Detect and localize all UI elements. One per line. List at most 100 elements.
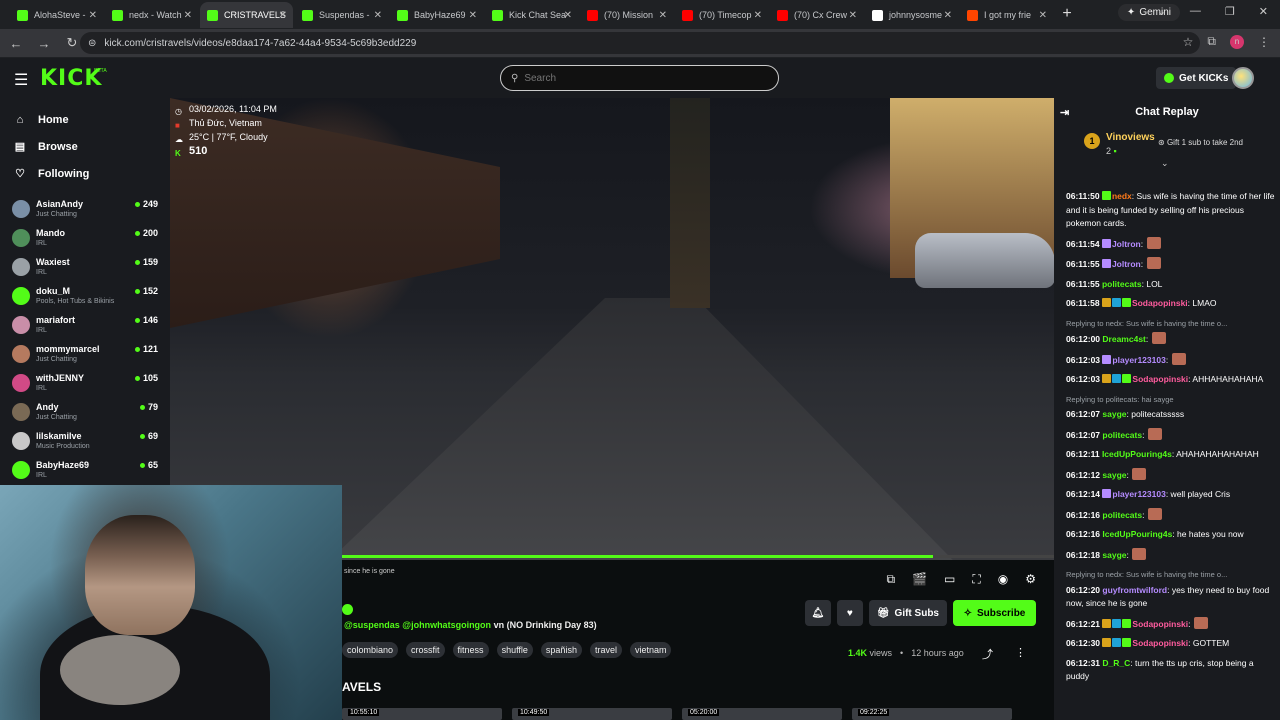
- browser-tab[interactable]: (70) Mission ✕: [580, 2, 673, 28]
- minimize-icon[interactable]: —: [1190, 5, 1201, 18]
- chat-message[interactable]: 06:11:50 nedx: Sus wife is having the ti…: [1066, 190, 1276, 231]
- chat-username[interactable]: sayge: [1102, 550, 1126, 560]
- followed-channel[interactable]: Andy Just Chatting 79: [0, 398, 170, 427]
- extensions-icon[interactable]: ⧉: [1207, 34, 1216, 49]
- chat-username[interactable]: IcedUpPouring4s: [1102, 529, 1172, 539]
- tag-chip[interactable]: travel: [589, 642, 622, 658]
- video-thumbnail[interactable]: 10:49:50: [512, 708, 672, 720]
- chat-username[interactable]: sayge: [1102, 409, 1126, 419]
- chat-message[interactable]: 06:12:31 D_R_C: turn the tts up cris, st…: [1066, 657, 1276, 684]
- chat-username[interactable]: Sodapopinski: [1132, 374, 1188, 384]
- chat-username[interactable]: politecats: [1102, 430, 1142, 440]
- fullscreen-icon[interactable]: ⛶: [972, 572, 980, 587]
- followed-channel[interactable]: withJENNY IRL 105: [0, 369, 170, 398]
- user-avatar[interactable]: [1232, 67, 1254, 89]
- browser-tab[interactable]: I got my frie ✕: [960, 2, 1053, 28]
- tab-close-icon[interactable]: ✕: [469, 10, 477, 21]
- chat-message[interactable]: 06:12:03 Sodapopinski: AHHAHAHAHAHA: [1066, 373, 1276, 387]
- profile-avatar[interactable]: n: [1230, 34, 1244, 49]
- browser-tab[interactable]: CRISTRAVELS ✕: [200, 2, 293, 28]
- chat-message[interactable]: 06:12:21 Sodapopinski:: [1066, 616, 1276, 632]
- chat-message[interactable]: 06:12:03 player123103:: [1066, 352, 1276, 368]
- chat-message[interactable]: 06:11:54 Joltron:: [1066, 236, 1276, 252]
- chat-message[interactable]: 06:12:11 IcedUpPouring4s: AHAHAHAHAHAHAH: [1066, 448, 1276, 462]
- sidebar-item-following[interactable]: ♡ Following: [0, 160, 170, 187]
- site-info-icon[interactable]: ⊜: [88, 38, 96, 49]
- reply-context[interactable]: Replying to politecats: hai sayge: [1066, 393, 1276, 407]
- chat-username[interactable]: Sodapopinski: [1132, 619, 1188, 629]
- chat-username[interactable]: player123103: [1112, 489, 1165, 499]
- maximize-icon[interactable]: ❐: [1225, 5, 1235, 18]
- chat-username[interactable]: guyfromtwilford: [1102, 585, 1167, 595]
- chat-message[interactable]: Replying to nedx: Sus wife is having the…: [1066, 568, 1276, 611]
- tab-close-icon[interactable]: ✕: [184, 10, 192, 21]
- chat-username[interactable]: D_R_C: [1102, 658, 1130, 668]
- back-icon[interactable]: ←: [4, 36, 28, 51]
- chat-username[interactable]: nedx: [1112, 191, 1132, 201]
- chat-message[interactable]: 06:11:58 Sodapopinski: LMAO: [1066, 297, 1276, 311]
- gift-subs-button[interactable]: 🎁︎ Gift Subs: [868, 600, 947, 626]
- pip-icon[interactable]: ⧉: [886, 572, 895, 587]
- tag-chip[interactable]: fitness: [452, 642, 489, 658]
- chat-username[interactable]: Joltron: [1112, 259, 1141, 269]
- followed-channel[interactable]: mommymarcel Just Chatting 121: [0, 340, 170, 369]
- reply-context[interactable]: Replying to nedx: Sus wife is having the…: [1066, 568, 1276, 582]
- video-thumbnail[interactable]: 05:20:00: [682, 708, 842, 720]
- browser-tab[interactable]: johnnysosme ✕: [865, 2, 958, 28]
- followed-channel[interactable]: AsianAndy Just Chatting 249: [0, 195, 170, 224]
- chat-username[interactable]: Sodapopinski: [1132, 638, 1188, 648]
- hamburger-menu-icon[interactable]: ☰: [14, 70, 28, 90]
- video-thumbnail[interactable]: 09:22:25: [852, 708, 1012, 720]
- playback-speed-icon[interactable]: ◉: [998, 572, 1008, 587]
- tag-chip[interactable]: vietnam: [629, 642, 672, 658]
- chat-message[interactable]: 06:12:16 politecats:: [1066, 507, 1276, 523]
- video-thumbnail[interactable]: 10:55:10: [342, 708, 502, 720]
- chat-username[interactable]: Dreamc4st: [1102, 334, 1145, 344]
- chat-message[interactable]: 06:12:18 sayge:: [1066, 547, 1276, 563]
- followed-channel[interactable]: Mando IRL 200: [0, 224, 170, 253]
- chat-username[interactable]: politecats: [1102, 510, 1142, 520]
- chat-username[interactable]: player123103: [1112, 355, 1165, 365]
- tag-chip[interactable]: crossfit: [406, 642, 445, 658]
- chat-message[interactable]: 06:11:55 Joltron:: [1066, 257, 1276, 272]
- tag-chip[interactable]: colombiano: [342, 642, 399, 658]
- tab-close-icon[interactable]: ✕: [1039, 10, 1047, 21]
- chat-message[interactable]: 06:12:12 sayge:: [1066, 467, 1276, 483]
- collapse-chat-icon[interactable]: ⇥: [1060, 106, 1069, 119]
- settings-gear-icon[interactable]: ⚙: [1025, 572, 1036, 587]
- chat-message[interactable]: 06:12:14 player123103: well played Cris: [1066, 488, 1276, 502]
- search-input[interactable]: [524, 72, 745, 84]
- tab-close-icon[interactable]: ✕: [279, 10, 287, 21]
- follow-heart-button[interactable]: ♥: [836, 600, 863, 626]
- chat-message[interactable]: Replying to nedx: Sus wife is having the…: [1066, 317, 1276, 347]
- browser-tab[interactable]: Kick Chat Sea ✕: [485, 2, 578, 28]
- browser-tab[interactable]: nedx - Watch ✕: [105, 2, 198, 28]
- url-field[interactable]: ⊜ kick.com/cristravels/videos/e8daa174-7…: [80, 32, 1200, 54]
- chat-username[interactable]: IcedUpPouring4s: [1102, 449, 1172, 459]
- subscribe-button[interactable]: ✧ Subscribe: [953, 600, 1036, 626]
- gift-cta[interactable]: ⊛ Gift 1 sub to take 2nd: [1158, 138, 1243, 147]
- new-tab-icon[interactable]: +: [1055, 2, 1079, 26]
- browser-tab[interactable]: (70) Timecop ✕: [675, 2, 768, 28]
- expand-leaderboard-icon[interactable]: ⌄: [1161, 158, 1169, 169]
- forward-icon[interactable]: →: [32, 36, 56, 51]
- more-options-icon[interactable]: ⋮: [1015, 646, 1026, 662]
- followed-channel[interactable]: BabyHaze69 IRL 65: [0, 456, 170, 485]
- theater-mode-icon[interactable]: ▭: [944, 572, 955, 587]
- browser-tab[interactable]: Suspendas - ✕: [295, 2, 388, 28]
- share-icon[interactable]: ⤴: [982, 646, 993, 662]
- notification-bell-button[interactable]: 🔔︎: [804, 600, 831, 626]
- browser-tab[interactable]: AlohaSteve - ✕: [10, 2, 103, 28]
- close-icon[interactable]: ✕: [1259, 5, 1268, 18]
- title-mentions[interactable]: @suspendas @johnwhatsgoingon: [344, 620, 491, 630]
- tab-close-icon[interactable]: ✕: [89, 10, 97, 21]
- chat-username[interactable]: Joltron: [1112, 239, 1141, 249]
- chat-message[interactable]: 06:12:07 politecats:: [1066, 427, 1276, 443]
- tag-chip[interactable]: spañish: [540, 642, 582, 658]
- followed-channel[interactable]: mariafort IRL 146: [0, 311, 170, 340]
- chat-username[interactable]: politecats: [1102, 279, 1142, 289]
- chat-message[interactable]: 06:11:55 politecats: LOL: [1066, 278, 1276, 292]
- get-kicks-button[interactable]: Get KICKs: [1156, 67, 1237, 89]
- menu-kebab-icon[interactable]: ⋮: [1258, 35, 1270, 49]
- followed-channel[interactable]: doku_M Pools, Hot Tubs & Bikinis 152: [0, 282, 170, 311]
